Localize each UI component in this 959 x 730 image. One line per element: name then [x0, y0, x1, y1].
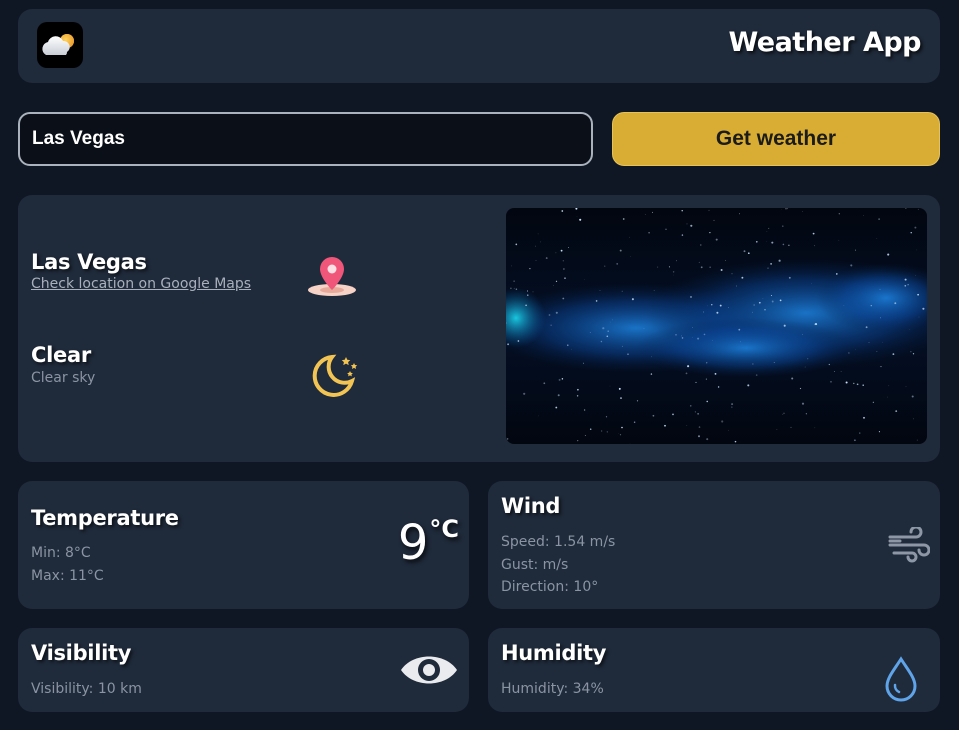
weather-description: Clear sky — [31, 370, 96, 386]
wind-speed: Speed: 1.54 m/s — [501, 534, 616, 550]
temperature-min: Min: 8°C — [31, 545, 91, 561]
wind-gust: Gust: m/s — [501, 557, 569, 573]
moon-stars-icon — [308, 351, 358, 399]
app-title: Weather App — [728, 27, 921, 58]
current-temperature: 9°C — [398, 515, 459, 571]
city-name: Las Vegas — [31, 250, 147, 274]
map-pin-icon — [306, 253, 358, 299]
temperature-title: Temperature — [31, 506, 179, 530]
location-card: Las Vegas Check location on Google Maps … — [18, 195, 940, 462]
google-maps-link[interactable]: Check location on Google Maps — [31, 276, 251, 292]
temperature-card: Temperature Min: 8°C Max: 11°C 9°C — [18, 481, 469, 609]
temperature-value: 9 — [397, 515, 429, 571]
temperature-max: Max: 11°C — [31, 568, 104, 584]
weather-cloud-sun-icon — [37, 22, 83, 68]
wind-direction: Direction: 10° — [501, 579, 599, 595]
wind-card: Wind Speed: 1.54 m/s Gust: m/s Direction… — [488, 481, 940, 609]
wind-icon — [888, 525, 931, 563]
visibility-title: Visibility — [31, 641, 132, 665]
night-sky-image — [506, 208, 927, 444]
weather-condition: Clear — [31, 343, 91, 367]
water-drop-icon — [884, 656, 918, 702]
city-search-input[interactable] — [18, 112, 593, 166]
wind-title: Wind — [501, 494, 561, 518]
humidity-value: Humidity: 34% — [501, 681, 604, 697]
get-weather-button[interactable]: Get weather — [612, 112, 940, 166]
visibility-value: Visibility: 10 km — [31, 681, 142, 697]
humidity-title: Humidity — [501, 641, 607, 665]
temperature-unit: °C — [429, 515, 459, 543]
eye-icon — [399, 650, 459, 690]
humidity-card: Humidity Humidity: 34% — [488, 628, 940, 712]
visibility-card: Visibility Visibility: 10 km — [18, 628, 469, 712]
app-header: Weather App — [18, 9, 940, 83]
